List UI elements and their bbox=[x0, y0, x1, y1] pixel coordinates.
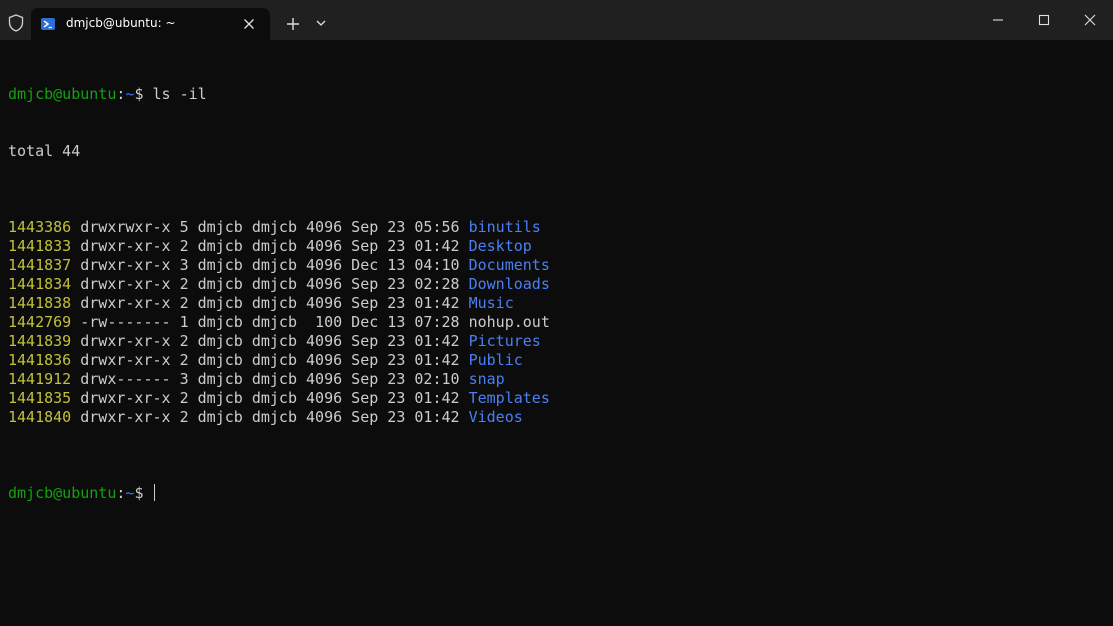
listing-row: 1442769 -rw------- 1 dmjcb dmjcb 100 Dec… bbox=[8, 313, 1108, 332]
inode-number: 1441839 bbox=[8, 332, 72, 350]
powershell-icon bbox=[41, 16, 55, 30]
listing-row: 1441838 drwxr-xr-x 2 dmjcb dmjcb 4096 Se… bbox=[8, 294, 1108, 313]
listing-row: 1441840 drwxr-xr-x 2 dmjcb dmjcb 4096 Se… bbox=[8, 408, 1108, 427]
file-metadata: drwxr-xr-x 2 dmjcb dmjcb 4096 Sep 23 01:… bbox=[71, 237, 469, 255]
prompt-user-host: dmjcb@ubuntu bbox=[8, 85, 117, 103]
prompt-user-host: dmjcb@ubuntu bbox=[8, 484, 117, 502]
prompt-dollar: $ bbox=[134, 484, 153, 502]
listing-row: 1441912 drwx------ 3 dmjcb dmjcb 4096 Se… bbox=[8, 370, 1108, 389]
file-metadata: drwxr-xr-x 2 dmjcb dmjcb 4096 Sep 23 01:… bbox=[71, 294, 469, 312]
tab-title: dmjcb@ubuntu: ~ bbox=[66, 16, 176, 30]
directory-name: Public bbox=[468, 351, 523, 369]
file-metadata: drwxr-xr-x 2 dmjcb dmjcb 4096 Sep 23 01:… bbox=[71, 389, 469, 407]
text-cursor bbox=[153, 484, 155, 501]
inode-number: 1441838 bbox=[8, 294, 72, 312]
directory-name: binutils bbox=[468, 218, 541, 236]
terminal-output[interactable]: dmjcb@ubuntu:~$ ls -il total 44 1443386 … bbox=[8, 47, 1108, 617]
inode-number: 1441833 bbox=[8, 237, 72, 255]
active-prompt-line[interactable]: dmjcb@ubuntu:~$ bbox=[8, 484, 1108, 503]
tab-terminal[interactable]: dmjcb@ubuntu: ~ bbox=[31, 8, 270, 40]
listing-row: 1441839 drwxr-xr-x 2 dmjcb dmjcb 4096 Se… bbox=[8, 332, 1108, 351]
file-metadata: -rw------- 1 dmjcb dmjcb 100 Dec 13 07:2… bbox=[71, 313, 469, 331]
inode-number: 1443386 bbox=[8, 218, 72, 236]
listing-row: 1441835 drwxr-xr-x 2 dmjcb dmjcb 4096 Se… bbox=[8, 389, 1108, 408]
directory-name: Downloads bbox=[468, 275, 550, 293]
file-metadata: drwxr-xr-x 2 dmjcb dmjcb 4096 Sep 23 01:… bbox=[71, 408, 469, 426]
inode-number: 1441840 bbox=[8, 408, 72, 426]
file-name: nohup.out bbox=[468, 313, 550, 331]
command-text: ls -il bbox=[152, 85, 207, 103]
file-metadata: drwxr-xr-x 2 dmjcb dmjcb 4096 Sep 23 02:… bbox=[71, 275, 469, 293]
title-bar[interactable]: dmjcb@ubuntu: ~ bbox=[0, 0, 1113, 40]
inode-number: 1441837 bbox=[8, 256, 72, 274]
prompt-dollar: $ bbox=[134, 85, 153, 103]
inode-number: 1441834 bbox=[8, 275, 72, 293]
directory-name: Pictures bbox=[468, 332, 541, 350]
maximize-icon[interactable] bbox=[1021, 0, 1067, 40]
command-line: dmjcb@ubuntu:~$ ls -il bbox=[8, 85, 1108, 104]
listing-row: 1441837 drwxr-xr-x 3 dmjcb dmjcb 4096 De… bbox=[8, 256, 1108, 275]
shield-icon[interactable] bbox=[7, 14, 25, 32]
inode-number: 1441836 bbox=[8, 351, 72, 369]
inode-number: 1441835 bbox=[8, 389, 72, 407]
directory-name: Templates bbox=[468, 389, 550, 407]
inode-number: 1442769 bbox=[8, 313, 72, 331]
listing-row: 1441833 drwxr-xr-x 2 dmjcb dmjcb 4096 Se… bbox=[8, 237, 1108, 256]
file-metadata: drwxr-xr-x 2 dmjcb dmjcb 4096 Sep 23 01:… bbox=[71, 332, 469, 350]
directory-name: Videos bbox=[468, 408, 523, 426]
listing: 1443386 drwxrwxr-x 5 dmjcb dmjcb 4096 Se… bbox=[8, 218, 1108, 427]
minimize-icon[interactable] bbox=[975, 0, 1021, 40]
listing-row: 1441836 drwxr-xr-x 2 dmjcb dmjcb 4096 Se… bbox=[8, 351, 1108, 370]
inode-number: 1441912 bbox=[8, 370, 72, 388]
directory-name: Documents bbox=[468, 256, 550, 274]
file-metadata: drwxr-xr-x 3 dmjcb dmjcb 4096 Dec 13 04:… bbox=[71, 256, 469, 274]
file-metadata: drwxr-xr-x 2 dmjcb dmjcb 4096 Sep 23 01:… bbox=[71, 351, 469, 369]
window-close-icon[interactable] bbox=[1067, 0, 1113, 40]
directory-name: Music bbox=[468, 294, 514, 312]
plus-icon[interactable] bbox=[282, 13, 304, 35]
chevron-down-icon[interactable] bbox=[313, 15, 329, 31]
listing-row: 1443386 drwxrwxr-x 5 dmjcb dmjcb 4096 Se… bbox=[8, 218, 1108, 237]
total-line: total 44 bbox=[8, 142, 81, 160]
file-metadata: drwx------ 3 dmjcb dmjcb 4096 Sep 23 02:… bbox=[71, 370, 469, 388]
close-icon[interactable] bbox=[241, 16, 257, 32]
directory-name: Desktop bbox=[468, 237, 532, 255]
directory-name: snap bbox=[468, 370, 505, 388]
listing-row: 1441834 drwxr-xr-x 2 dmjcb dmjcb 4096 Se… bbox=[8, 275, 1108, 294]
file-metadata: drwxrwxr-x 5 dmjcb dmjcb 4096 Sep 23 05:… bbox=[71, 218, 469, 236]
terminal-window: dmjcb@ubuntu: ~ dmjcb@ubuntu:~$ ls -il t… bbox=[0, 0, 1113, 626]
